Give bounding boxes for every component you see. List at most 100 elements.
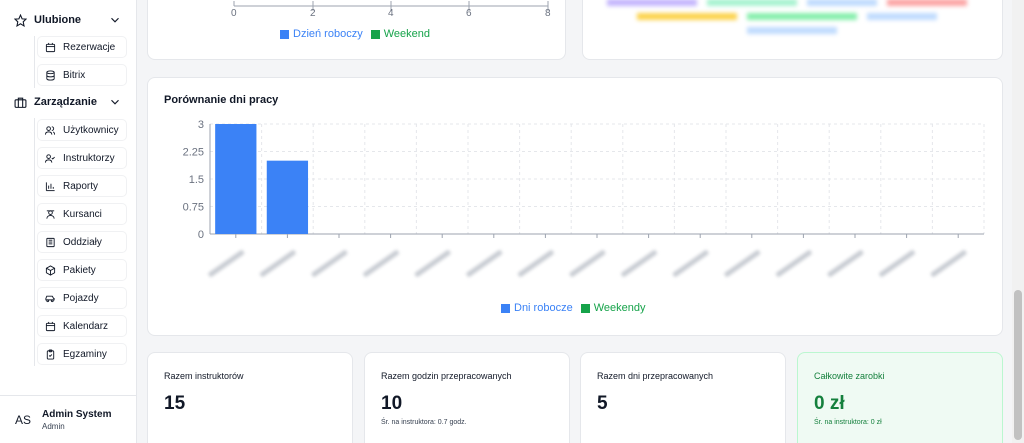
legend-item-weekend[interactable]: Weekend [370,28,430,40]
sidebar-item-oddzialy[interactable]: Oddziały [37,231,127,253]
stat-value: 0 zł [814,393,845,414]
stat-subtext: Śr. na instruktora: 0.7 godz. [381,419,467,426]
x-tick-label-redacted [518,250,554,277]
sidebar-item-label: Użytkownicy [63,124,119,136]
bar-chart-icon [43,179,57,193]
stat-label: Razem godzin przepracowanych [381,371,512,381]
x-tick-label-redacted [260,250,296,277]
sidebar-item-label: Instruktorzy [63,152,115,164]
workload-chart-card: 0 2 4 6 8 Dzień roboczy Weekend [147,0,566,60]
x-tick-label-redacted [466,250,503,277]
user-check-icon [43,151,57,165]
sidebar-item-raporty[interactable]: Raporty [37,175,127,197]
y-tick-label: 0.75 [183,202,204,214]
sidebar-item-pojazdy[interactable]: Pojazdy [37,287,127,309]
legend-swatch [501,303,510,313]
stat-card-total-days: Razem dni przepracowanych 5 [580,352,786,443]
distribution-chart-card [582,0,1003,60]
users-icon [43,123,57,137]
bar-chart: 3 2.25 1.5 0.75 0 [183,119,985,277]
sidebar-item-label: Kalendarz [63,320,109,332]
sidebar-item-label: Egzaminy [63,348,107,360]
scrollbar-thumb[interactable] [1014,290,1022,440]
sidebar-item-label: Bitrix [63,69,86,81]
stat-card-total-instructors: Razem instruktorów 15 [147,352,353,443]
legend-label: Weekendy [593,302,646,314]
stat-label: Razem instruktorów [164,371,244,381]
user-profile[interactable]: AS Admin System Admin [0,395,137,443]
database-icon [43,68,57,82]
x-tick-label-redacted [569,250,606,277]
legend-item-weekday[interactable]: Dzień roboczy [280,28,363,40]
legend-label: Dni robocze [514,302,573,314]
stat-label: Całkowite zarobki [814,371,885,381]
stat-value: 10 [381,393,403,414]
sidebar-item-bitrix[interactable]: Bitrix [37,64,127,86]
calendar-icon [43,319,57,333]
bar [266,160,309,234]
x-tick-label: 2 [310,8,316,19]
stat-card-total-earnings: Całkowite zarobki 0 zł Śr. na instruktor… [797,352,1003,443]
sidebar-item-label: Pojazdy [63,292,99,304]
avatar: AS [14,412,31,427]
y-tick-label: 0 [198,229,204,241]
legend-swatch [580,303,590,313]
stat-label: Razem dni przepracowanych [597,371,714,381]
x-tick-label-redacted [363,250,399,277]
sidebar-item-rezerwacje[interactable]: Rezerwacje [37,36,127,58]
sidebar-item-pakiety[interactable]: Pakiety [37,259,127,281]
sidebar-item-kursanci[interactable]: Kursanci [37,203,127,225]
x-tick-label-redacted [672,250,709,277]
sidebar-group-label: Ulubione [34,14,82,26]
sidebar-group-label: Zarządzanie [34,96,97,108]
briefcase-icon [12,94,28,110]
x-tick-label-redacted [724,250,761,277]
sidebar-item-instruktorzy[interactable]: Instruktorzy [37,147,127,169]
building-icon [43,235,57,249]
x-tick-label: 0 [231,8,237,19]
blurred-legend [607,0,987,39]
tree-line [34,118,35,366]
user-name: Admin System [42,408,112,420]
x-tick-label-redacted [208,250,245,277]
calendar-icon [43,40,57,54]
x-tick-label-redacted [930,250,967,277]
x-tick-label-redacted [879,250,915,277]
star-icon [12,12,28,28]
x-tick-label-redacted [776,250,812,277]
stat-subtext: Śr. na instruktora: 0 zł [814,419,882,426]
x-tick-label-redacted [414,250,451,277]
y-tick-label: 2.25 [183,147,204,159]
legend-item-weekends[interactable]: Weekendy [580,302,646,314]
sidebar-item-uzytkownicy[interactable]: Użytkownicy [37,119,127,141]
bar [215,124,257,234]
clipboard-check-icon [43,347,57,361]
sidebar-group-favorites[interactable]: Ulubione [8,9,126,31]
sidebar-item-egzaminy[interactable]: Egzaminy [37,343,127,365]
legend-label: Dzień roboczy [293,28,363,40]
x-tick-label-redacted [621,250,657,277]
x-tick-label: 8 [545,8,551,19]
x-tick-label-redacted [827,250,864,277]
legend-label: Weekend [383,28,430,40]
x-tick-label: 4 [388,8,394,19]
sidebar-group-management[interactable]: Zarządzanie [8,91,126,113]
sidebar: Ulubione Rezerwacje Bitrix Zarządzanie U… [0,0,137,443]
car-icon [43,291,57,305]
chart-legend: Dzień roboczy Weekend [280,28,438,40]
sidebar-item-label: Oddziały [63,236,102,248]
sidebar-item-label: Rezerwacje [63,41,116,53]
scrollbar[interactable] [1012,0,1024,443]
x-tick-label: 6 [466,8,472,19]
sidebar-item-label: Pakiety [63,264,96,276]
chevron-down-icon [111,17,119,23]
chevron-down-icon [111,99,119,105]
tree-line [34,36,35,88]
sidebar-item-kalendarz[interactable]: Kalendarz [37,315,127,337]
chart-legend: Dni robocze Weekendy [501,302,653,314]
stat-value: 5 [597,393,608,414]
legend-item-work-days[interactable]: Dni robocze [501,302,573,314]
work-days-comparison-card: Porównanie dni pracy 3 2.25 1.5 0.75 0 Dni r… [147,77,1003,336]
graduation-icon [43,207,57,221]
legend-swatch [280,29,289,39]
